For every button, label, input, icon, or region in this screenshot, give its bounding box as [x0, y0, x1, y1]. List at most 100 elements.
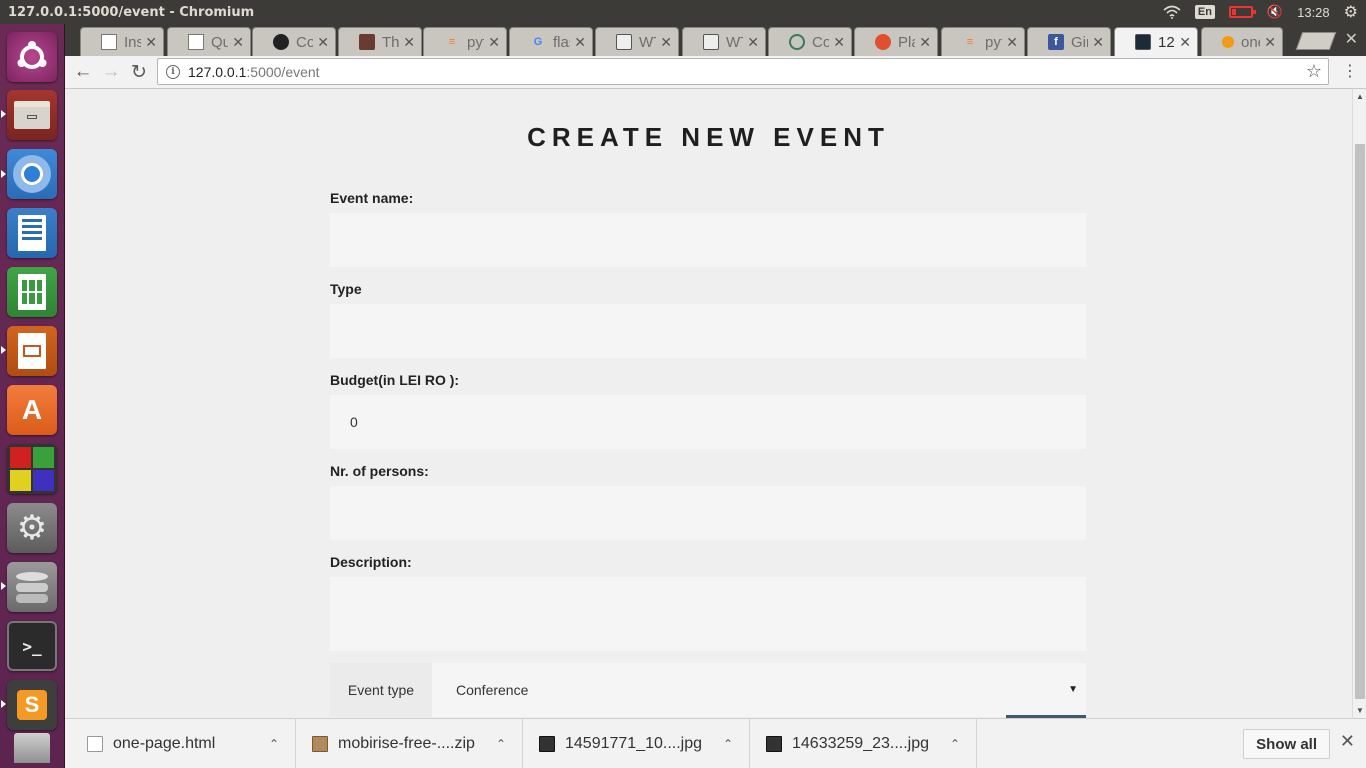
ubuntu-dash-icon[interactable] [7, 32, 57, 82]
event-name-input[interactable] [330, 213, 1086, 267]
browser-tab[interactable]: f Girl✕ [1027, 27, 1111, 56]
tab-close-icon[interactable]: ✕ [488, 34, 500, 51]
browser-tab[interactable]: Gflas✕ [509, 27, 593, 56]
browser-tab[interactable]: Colo✕ [768, 27, 852, 56]
download-item[interactable]: one-page.html ⌃ [65, 718, 296, 768]
orange-dot-icon [1222, 36, 1234, 48]
page-title: CREATE NEW EVENT [527, 122, 890, 152]
files-icon[interactable] [7, 90, 57, 140]
download-options-chevron-icon[interactable]: ⌃ [496, 737, 506, 751]
event-type-select-group: Event type Conference ▼ [330, 663, 1086, 717]
clock[interactable]: 13:28 [1297, 5, 1330, 20]
google-icon: G [533, 36, 543, 48]
terminal-icon[interactable]: >_ [7, 621, 57, 671]
page-scrollbar[interactable]: ▲ ▼ [1352, 89, 1366, 718]
browser-tab[interactable]: WTf✕ [682, 27, 766, 56]
download-filename: one-page.html [113, 734, 216, 752]
browser-tab[interactable]: Qui✕ [167, 27, 251, 56]
wifi-icon[interactable] [1163, 5, 1181, 19]
chromium-icon[interactable] [7, 149, 57, 199]
tab-close-icon[interactable]: ✕ [1179, 34, 1191, 51]
tab-close-icon[interactable]: ✕ [1006, 34, 1018, 51]
event-name-label: Event name: [330, 190, 414, 206]
download-item[interactable]: mobirise-free-....zip ⌃ [296, 718, 523, 768]
libreoffice-writer-icon[interactable] [7, 208, 57, 258]
scrollbar-thumb[interactable] [1355, 144, 1365, 699]
browser-tab[interactable]: The✕ [338, 27, 422, 56]
download-options-chevron-icon[interactable]: ⌃ [950, 737, 960, 751]
image-file-icon [539, 735, 555, 752]
browser-tab[interactable]: Con✕ [252, 27, 336, 56]
keyboard-layout-indicator[interactable]: En [1194, 5, 1215, 19]
new-tab-button[interactable] [1295, 32, 1337, 50]
url-host: 127.0.0.1 [188, 63, 247, 80]
tab-close-icon[interactable]: ✕ [317, 34, 329, 51]
site-info-icon[interactable]: i [166, 64, 180, 79]
close-shelf-icon[interactable]: ✕ [1340, 731, 1355, 752]
tab-label: Plar [898, 33, 915, 51]
browser-tab-strip: one✕127✕fGirl✕≡pytl✕Plar✕Colo✕WTf✕WTf✕Gf… [65, 24, 1366, 56]
tab-close-icon[interactable]: ✕ [833, 34, 845, 51]
browser-tab[interactable]: one✕ [1201, 27, 1283, 56]
type-input[interactable] [330, 304, 1086, 358]
bookmark-star-icon[interactable]: ☆ [1306, 61, 1322, 82]
tab-close-icon[interactable]: ✕ [574, 34, 586, 51]
browser-tab[interactable]: ≡ pytl✕ [423, 27, 507, 56]
tab-label: Con [296, 33, 313, 51]
browser-tab[interactable]: ≡ pytl✕ [941, 27, 1025, 56]
power-gear-icon[interactable]: ⚙ [1344, 2, 1358, 22]
event-type-select[interactable]: Conference ▼ [432, 663, 1086, 717]
browser-toolbar: ← → ↻ i 127.0.0.1:5000/event ☆ ⋮ [65, 56, 1366, 89]
tab-close-icon[interactable]: ✕ [1264, 34, 1276, 51]
description-textarea[interactable] [330, 577, 1086, 651]
unity-launcher: A ⚙ >_ S [0, 24, 65, 768]
browser-menu-icon[interactable]: ⋮ [1342, 61, 1358, 81]
budget-input[interactable] [330, 395, 1086, 449]
download-options-chevron-icon[interactable]: ⌃ [269, 737, 279, 751]
tab-close-icon[interactable]: ✕ [660, 34, 672, 51]
volume-muted-icon[interactable]: 🔇 [1267, 4, 1283, 20]
tab-label: Inst [124, 33, 141, 51]
persons-input[interactable] [330, 486, 1086, 540]
scroll-down-arrow-icon[interactable]: ▼ [1356, 706, 1364, 715]
tab-label: Girl [1071, 33, 1088, 51]
sublime-text-icon[interactable]: S [7, 680, 57, 730]
tab-close-icon[interactable]: ✕ [403, 34, 415, 51]
browser-tab[interactable]: 127✕ [1114, 27, 1198, 56]
tab-close-icon[interactable]: ✕ [919, 34, 931, 51]
doc-icon [703, 34, 719, 50]
show-all-downloads-button[interactable]: Show all [1243, 729, 1330, 759]
tab-close-icon[interactable]: ✕ [747, 34, 759, 51]
address-bar[interactable]: i 127.0.0.1:5000/event ☆ [157, 58, 1329, 85]
libreoffice-calc-icon[interactable] [7, 267, 57, 317]
tab-close-icon[interactable]: ✕ [145, 34, 157, 51]
ubuntu-software-icon[interactable]: A [7, 385, 57, 435]
github-icon [273, 34, 289, 50]
database-icon[interactable] [7, 562, 57, 612]
page-viewport: CREATE NEW EVENT Event name: Type Budget… [65, 89, 1352, 718]
type-label: Type [330, 281, 362, 297]
forward-arrow-icon[interactable]: → [97, 61, 125, 83]
app-grid-icon[interactable] [7, 444, 57, 494]
reload-icon[interactable]: ↻ [125, 61, 153, 84]
browser-tab[interactable]: Plar✕ [854, 27, 938, 56]
doc-icon [616, 34, 632, 50]
trash-icon[interactable] [7, 728, 57, 768]
window-close-icon[interactable]: ✕ [1345, 29, 1358, 49]
system-settings-icon[interactable]: ⚙ [7, 503, 57, 553]
browser-tab[interactable]: Inst✕ [80, 27, 164, 56]
battery-icon[interactable] [1228, 6, 1256, 18]
download-item[interactable]: 14633259_23....jpg ⌃ [750, 718, 977, 768]
download-filename: 14633259_23....jpg [792, 734, 930, 752]
dropdown-caret-icon: ▼ [1068, 684, 1078, 695]
system-tray: En 🔇 13:28 ⚙ [1163, 2, 1366, 22]
tab-close-icon[interactable]: ✕ [232, 34, 244, 51]
back-arrow-icon[interactable]: ← [69, 61, 97, 83]
libreoffice-impress-icon[interactable] [7, 326, 57, 376]
download-options-chevron-icon[interactable]: ⌃ [723, 737, 733, 751]
url-path: :5000/event [246, 63, 320, 80]
tab-close-icon[interactable]: ✕ [1092, 34, 1104, 51]
browser-tab[interactable]: WTf✕ [595, 27, 679, 56]
download-item[interactable]: 14591771_10....jpg ⌃ [523, 718, 750, 768]
scroll-up-arrow-icon[interactable]: ▲ [1356, 92, 1364, 101]
